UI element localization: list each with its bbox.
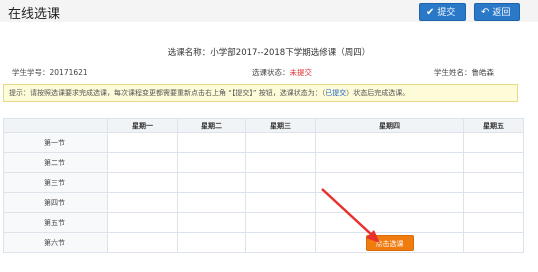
table-cell [245, 212, 316, 233]
table-cell [107, 232, 178, 253]
period-label: 第二节 [3, 152, 108, 173]
table-header-friday: 星期五 [463, 118, 524, 133]
table-cell [107, 192, 178, 213]
student-id-value: 20171621 [49, 68, 88, 77]
return-arrow-icon: ↶ [481, 7, 490, 18]
back-button[interactable]: ↶ 返回 [474, 3, 520, 21]
page-title: 在线选课 [8, 7, 61, 22]
table-cell [245, 192, 316, 213]
table-cell [107, 212, 178, 233]
table-header-corner [3, 118, 108, 133]
tip-suffix: ）状态后完成选课。 [346, 89, 410, 97]
table-cell [315, 192, 464, 213]
table-cell [245, 232, 316, 253]
table-cell [315, 212, 464, 233]
table-cell [463, 192, 524, 213]
table-cell [245, 152, 316, 173]
table-cell-thursday-select: 点击选课 [315, 232, 464, 253]
table-row: 第二节 [3, 152, 524, 173]
period-label: 第四节 [3, 192, 108, 213]
table-row: 第五节 [3, 212, 524, 233]
period-label: 第三节 [3, 172, 108, 193]
table-cell [177, 132, 246, 153]
check-icon: ✔ [426, 7, 435, 18]
course-title: 选课名称：小学部2017--2018下学期选修课（周四） [167, 48, 371, 58]
table-cell [177, 232, 246, 253]
submit-label: 提交 [437, 8, 456, 18]
table-cell [177, 192, 246, 213]
submit-button[interactable]: ✔ 提交 [419, 3, 466, 21]
table-cell [177, 172, 246, 193]
table-cell [107, 172, 178, 193]
table-header-monday: 星期一 [107, 118, 178, 133]
table-row: 第一节 [3, 132, 524, 153]
table-cell [177, 152, 246, 173]
table-header-tuesday: 星期二 [177, 118, 246, 133]
student-name-value: 鲁皓森 [471, 68, 495, 77]
table-row: 第四节 [3, 192, 524, 213]
table-cell [315, 132, 464, 153]
table-cell [463, 152, 524, 173]
click-to-select-button[interactable]: 点击选课 [365, 234, 414, 251]
table-cell [107, 152, 178, 173]
status-label: 选课状态： [252, 68, 290, 77]
table-cell [463, 232, 524, 253]
table-cell [315, 172, 464, 193]
table-cell [177, 212, 246, 233]
table-row: 第三节 [3, 172, 524, 193]
student-name-label: 学生姓名： [434, 68, 472, 77]
table-cell [107, 132, 178, 153]
student-name-info: 学生姓名：鲁皓森 [434, 67, 494, 78]
table-cell [463, 212, 524, 233]
selection-status-info: 选课状态：未提交 [252, 67, 312, 78]
student-id-label: 学生学号： [12, 68, 50, 77]
table-row: 第六节 点击选课 [3, 232, 524, 253]
tip-submitted-status: 已提交 [325, 89, 347, 97]
student-id-info: 学生学号：20171621 [12, 67, 88, 78]
period-label: 第五节 [3, 212, 108, 233]
table-cell [245, 132, 316, 153]
tip-banner: 提示：请按照选课要求完成选课，每次课程变更都需要重新点击右上角 “【提交】” 按… [3, 84, 518, 102]
period-label: 第一节 [3, 132, 108, 153]
table-cell [245, 172, 316, 193]
tip-prefix: 提示：请按照选课要求完成选课，每次课程变更都需要重新点击右上角 “【提交】” 按… [9, 89, 326, 97]
table-header-row: 星期一 星期二 星期三 星期四 星期五 [3, 118, 524, 133]
table-header-wednesday: 星期三 [245, 118, 316, 133]
table-header-thursday: 星期四 [315, 118, 464, 133]
table-cell [315, 152, 464, 173]
table-cell [463, 172, 524, 193]
period-label: 第六节 [3, 232, 108, 253]
status-value: 未提交 [289, 68, 313, 77]
table-cell [463, 132, 524, 153]
schedule-table: 星期一 星期二 星期三 星期四 星期五 第一节 第二节 第三节 第四节 第五节 [3, 118, 524, 253]
back-label: 返回 [492, 8, 511, 18]
